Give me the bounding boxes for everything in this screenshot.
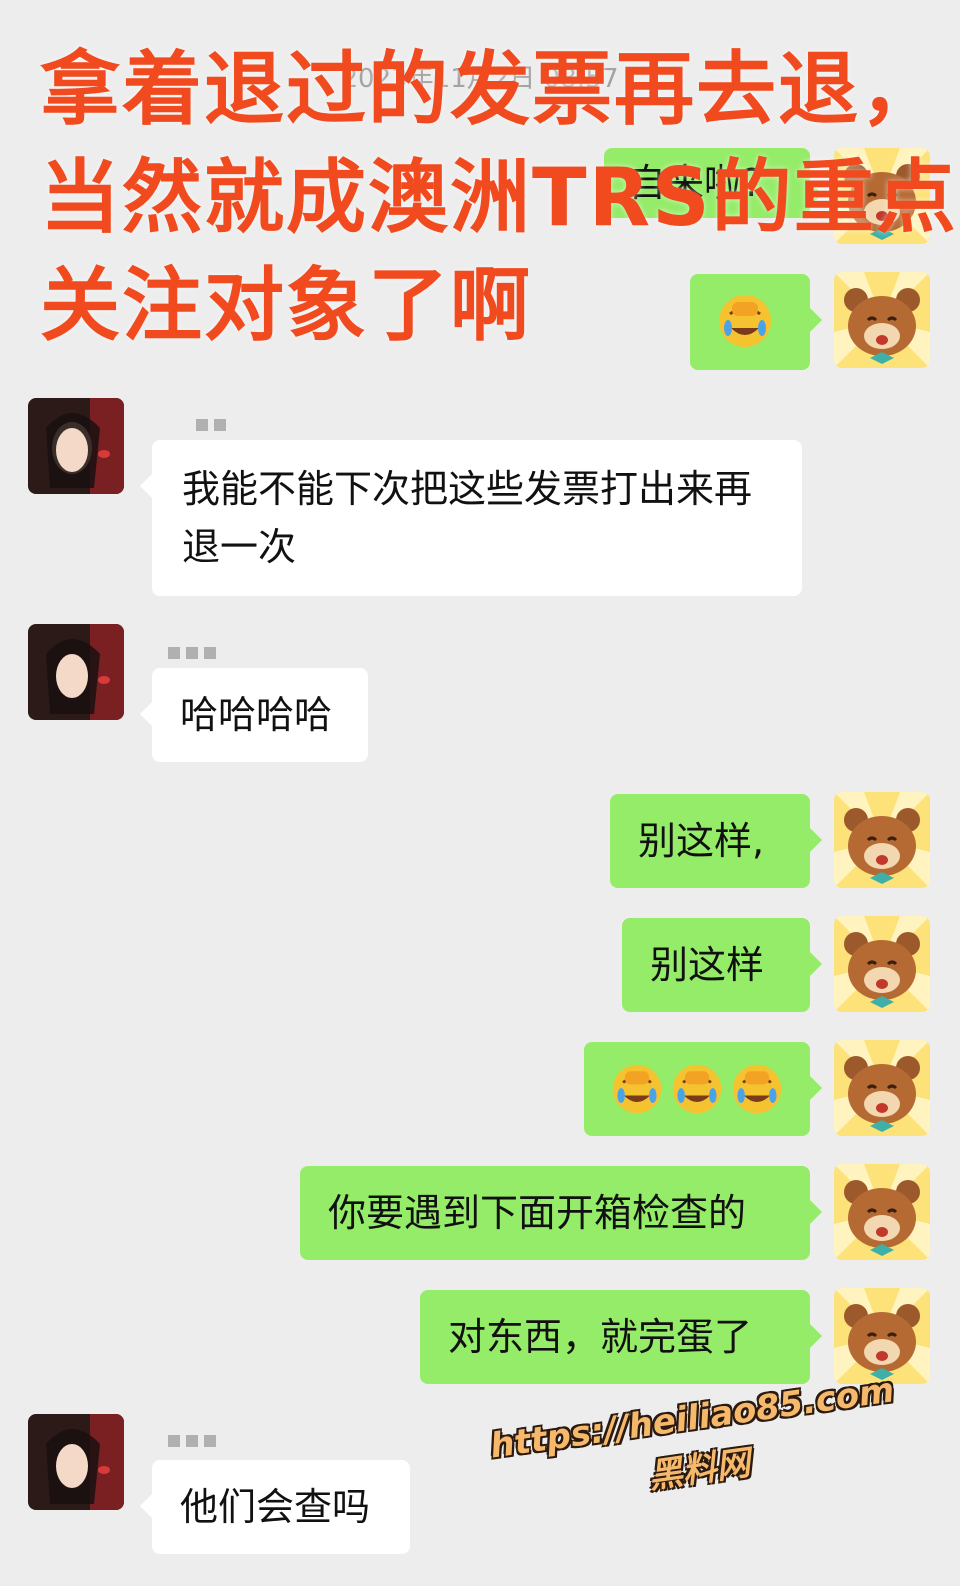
message-bubble-contact[interactable]: 他们会查吗 <box>140 1460 410 1554</box>
message-text: 我能不能下次把这些发票打出来再退一次 <box>182 467 753 569</box>
facepalm-laugh-emoji-icon <box>732 1064 782 1114</box>
bear-avatar-icon <box>834 1040 930 1136</box>
message-text: 别这样, <box>638 819 765 863</box>
avatar-contact[interactable] <box>28 1414 124 1510</box>
bear-avatar-icon <box>834 916 930 1012</box>
woman-portrait-avatar-icon <box>28 398 124 494</box>
message-bubble-self[interactable]: 别这样 <box>622 918 822 1012</box>
avatar-contact[interactable] <box>28 624 124 720</box>
facepalm-laugh-emoji-icon <box>612 1064 662 1114</box>
facepalm-laugh-emoji-icon <box>672 1064 722 1114</box>
bear-avatar-icon <box>834 792 930 888</box>
avatar-self[interactable] <box>834 792 930 888</box>
message-bubble-self[interactable]: 你要遇到下面开箱检查的 <box>300 1166 822 1260</box>
message-bubble-self[interactable]: 别这样, <box>610 794 822 888</box>
woman-portrait-avatar-icon <box>28 1414 124 1510</box>
chat-window: 2023年11月2日 08:57 自来啦? 我能不能下次把这些发票打出来再退一次… <box>0 0 960 1586</box>
bear-avatar-icon <box>834 1164 930 1260</box>
message-text: 哈哈哈哈 <box>180 693 333 737</box>
avatar-self[interactable] <box>834 916 930 1012</box>
message-bubble-contact[interactable]: 哈哈哈哈 <box>140 668 368 762</box>
message-text: 对东西，就完蛋了 <box>448 1315 753 1359</box>
watermark: https://heiliao85.com 黑料网 <box>480 1361 915 1558</box>
message-bubble-self[interactable]: 对东西，就完蛋了 <box>420 1290 822 1384</box>
overlay-caption: 拿着退过的发票再去退，当然就成澳洲TRS的重点关注对象了啊 <box>40 43 958 352</box>
avatar-contact[interactable] <box>28 398 124 494</box>
message-text: 你要遇到下面开箱检查的 <box>328 1191 747 1235</box>
contact-nickname <box>168 1430 222 1456</box>
contact-nickname <box>196 414 232 440</box>
message-text: 他们会查吗 <box>180 1485 371 1529</box>
avatar-self[interactable] <box>834 1164 930 1260</box>
woman-portrait-avatar-icon <box>28 624 124 720</box>
message-bubble-contact[interactable]: 我能不能下次把这些发票打出来再退一次 <box>140 440 802 596</box>
message-bubble-self[interactable] <box>584 1042 822 1136</box>
message-text: 别这样 <box>650 943 765 987</box>
contact-nickname <box>168 642 222 668</box>
avatar-self[interactable] <box>834 1040 930 1136</box>
